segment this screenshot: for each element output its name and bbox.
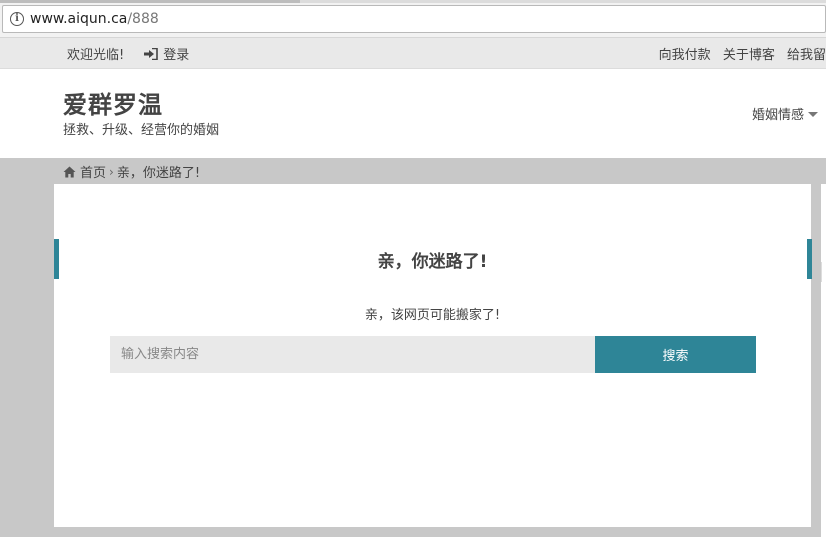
url-host: www.aiqun.ca: [30, 11, 128, 27]
sidebar-edge: [821, 184, 826, 537]
breadcrumb-current: 亲，你迷路了!: [116, 166, 201, 181]
top-bar-links: 向我付款 关于博客 给我留: [651, 44, 826, 63]
url-text[interactable]: www.aiqun.ca/888: [30, 10, 159, 28]
contact-me-link[interactable]: 给我留: [787, 48, 826, 63]
not-found-message: 亲，该网页可能搬家了!: [364, 308, 501, 323]
home-icon: [63, 166, 76, 177]
sign-in-icon: [144, 47, 159, 60]
caret-down-icon: [808, 112, 819, 117]
site-title[interactable]: 爱群罗温: [63, 85, 163, 120]
breadcrumb: 首页 › 亲，你迷路了!: [63, 162, 200, 181]
pay-me-link[interactable]: 向我付款: [659, 48, 711, 63]
browser-url-bar: i www.aiqun.ca/888: [0, 0, 826, 38]
page-title: 亲，你迷路了!: [377, 252, 488, 272]
search-button[interactable]: 搜索: [595, 336, 756, 373]
site-header: 爱群罗温 拯救、升级、经营你的婚姻 婚姻情感: [0, 69, 826, 158]
info-icon[interactable]: i: [10, 12, 24, 26]
tab-strip: [0, 0, 826, 3]
chevron-right-icon: ›: [109, 164, 114, 179]
top-bar: 欢迎光临! 登录 向我付款 关于博客 给我留: [0, 38, 826, 69]
url-path: /888: [127, 11, 159, 27]
sidebar-accent: [821, 262, 826, 282]
breadcrumb-home[interactable]: 首页: [80, 162, 106, 181]
search-input[interactable]: [110, 336, 595, 373]
login-link[interactable]: 登录: [144, 44, 209, 63]
login-label: 登录: [163, 48, 190, 63]
search-form: 搜索: [110, 336, 756, 373]
not-found-card: 亲，你迷路了! 亲，该网页可能搬家了! 搜索: [54, 184, 812, 527]
welcome-text: 欢迎光临!: [67, 48, 125, 63]
address-bar[interactable]: i www.aiqun.ca/888: [2, 5, 826, 33]
top-bar-left: 欢迎光临! 登录: [67, 44, 229, 63]
about-blog-link[interactable]: 关于博客: [723, 48, 775, 63]
nav-menu-label: 婚姻情感: [752, 108, 805, 123]
nav-menu-item[interactable]: 婚姻情感: [752, 104, 819, 123]
site-tagline: 拯救、升级、经营你的婚姻: [63, 123, 220, 138]
